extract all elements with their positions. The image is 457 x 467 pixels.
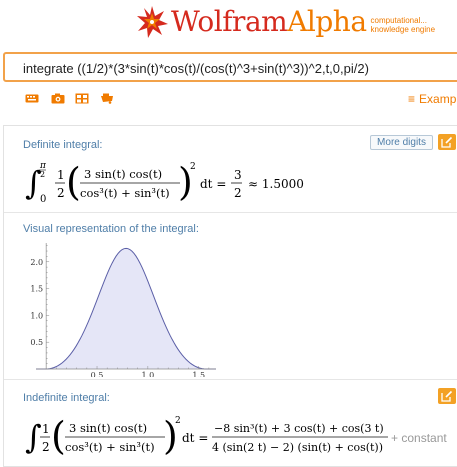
result-numerator: −8 sin³(t) + 3 cos(t) + cos(3 t) xyxy=(214,422,384,435)
y-tick-label: 1.5 xyxy=(30,285,43,294)
result-denominator: 2 xyxy=(234,186,242,200)
camera-icon[interactable] xyxy=(51,93,65,104)
spikey-star-icon xyxy=(137,6,168,38)
wolfram-alpha-logo[interactable]: WolframAlpha computational... knowledge … xyxy=(135,5,435,39)
y-tick-label: 2.0 xyxy=(30,258,43,267)
definite-integral-formula: ∫ π 2 0 1 2 ( 3 sin(t) cos(t) cos³(t) + … xyxy=(25,160,304,205)
input-toolbar xyxy=(0,88,457,110)
results-container: Definite integral: More digits ∫ π 2 0 1… xyxy=(3,125,457,467)
pod-definite-integral: Definite integral: More digits ∫ π 2 0 1… xyxy=(4,126,457,213)
dt-equals: dt = xyxy=(200,177,226,191)
pod-visual-representation: Visual representation of the integral: 0… xyxy=(4,213,457,380)
logo-tagline-line-1: computational... xyxy=(370,16,427,25)
frac-numerator: 3 sin(t) cos(t) xyxy=(84,167,162,181)
edit-icon xyxy=(441,390,453,402)
examples-label: Examp xyxy=(419,92,457,106)
y-tick-label: 0.5 xyxy=(30,338,43,347)
x-tick-label: 1.5 xyxy=(192,371,205,377)
keyboard-icon[interactable] xyxy=(25,93,39,104)
half-numerator: 1 xyxy=(42,422,50,436)
pod-options-button[interactable] xyxy=(438,134,456,150)
plus-constant: + constant xyxy=(391,431,447,445)
integral-plot: 0.5 1.0 1.5 0.5 1.0 1.5 2.0 xyxy=(30,243,216,377)
search-input[interactable] xyxy=(23,59,453,77)
power: 2 xyxy=(190,162,196,172)
upper-limit-den: 2 xyxy=(40,170,45,179)
logo-alpha-text: Alpha xyxy=(287,5,367,38)
indefinite-integral-formula: ∫ 1 2 ( 3 sin(t) cos(t) cos³(t) + sin³(t… xyxy=(25,414,447,458)
logo-tagline: computational... knowledge engine xyxy=(371,16,436,34)
frac-denominator: cos³(t) + sin³(t) xyxy=(80,186,170,200)
logo-wolfram-text: Wolfram xyxy=(171,5,288,38)
edit-icon xyxy=(441,136,453,148)
approx-value: ≈ 1.5000 xyxy=(248,177,304,191)
menu-lines-icon: ≡ xyxy=(408,92,416,106)
frac-numerator: 3 sin(t) cos(t) xyxy=(69,421,147,435)
more-digits-button[interactable]: More digits xyxy=(370,135,433,150)
search-box[interactable] xyxy=(3,52,457,82)
power: 2 xyxy=(175,416,181,426)
integral-area xyxy=(46,248,206,369)
integral-sign: ∫ xyxy=(25,418,42,456)
pod-indefinite-integral: Indefinite integral: ∫ 1 2 ( 3 sin(t) co… xyxy=(4,380,457,467)
half-numerator: 1 xyxy=(57,168,65,182)
y-tick-label: 1.0 xyxy=(30,311,43,320)
pod-title-visual: Visual representation of the integral: xyxy=(23,223,199,235)
x-tick-label: 1.0 xyxy=(141,371,154,377)
pod-title-indefinite: Indefinite integral: xyxy=(23,392,110,404)
left-paren: ( xyxy=(66,160,81,204)
mic-icon[interactable] xyxy=(100,93,114,104)
result-denominator: 4 (sin(2 t) − 2) (sin(t) + cos(t)) xyxy=(212,441,383,454)
pod-title-definite: Definite integral: xyxy=(23,139,103,151)
x-tick-label: 0.5 xyxy=(91,371,104,377)
half-denominator: 2 xyxy=(57,186,65,200)
examples-link[interactable]: ≡ Examp xyxy=(408,92,456,106)
logo-tagline-line-2: knowledge engine xyxy=(370,25,436,34)
grid-icon[interactable] xyxy=(75,93,89,104)
frac-denominator: cos³(t) + sin³(t) xyxy=(65,440,155,454)
pod-options-button-indefinite[interactable] xyxy=(438,388,456,404)
dt-equals: dt = xyxy=(182,431,208,445)
lower-limit: 0 xyxy=(40,194,46,205)
half-denominator: 2 xyxy=(42,440,50,454)
header: WolframAlpha computational... knowledge … xyxy=(0,0,457,48)
left-paren: ( xyxy=(51,414,66,458)
result-numerator: 3 xyxy=(234,168,242,182)
